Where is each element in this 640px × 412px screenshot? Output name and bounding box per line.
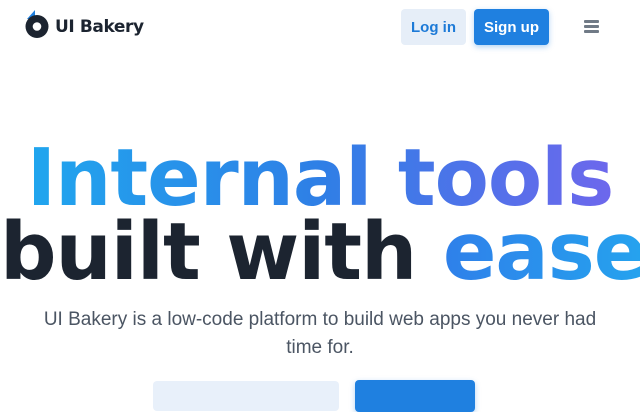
brand-logo[interactable]: UI Bakery bbox=[25, 5, 144, 39]
hamburger-menu-icon[interactable] bbox=[583, 18, 601, 34]
hero-text-built-with: built with bbox=[0, 206, 417, 298]
login-button[interactable]: Log in bbox=[401, 9, 466, 45]
hero-heading-line2: built with ease bbox=[0, 212, 640, 292]
secondary-cta-button[interactable] bbox=[153, 381, 339, 411]
hero-word-ease: ease bbox=[443, 206, 640, 298]
ui-bakery-logo-icon bbox=[25, 10, 49, 38]
hero-subtitle: UI Bakery is a low-code platform to buil… bbox=[43, 309, 597, 358]
brand-name: UI Bakery bbox=[55, 16, 144, 37]
primary-cta-button[interactable] bbox=[355, 380, 475, 412]
site-header: UI Bakery Log in Sign up bbox=[0, 0, 640, 54]
signup-button[interactable]: Sign up bbox=[474, 9, 549, 45]
